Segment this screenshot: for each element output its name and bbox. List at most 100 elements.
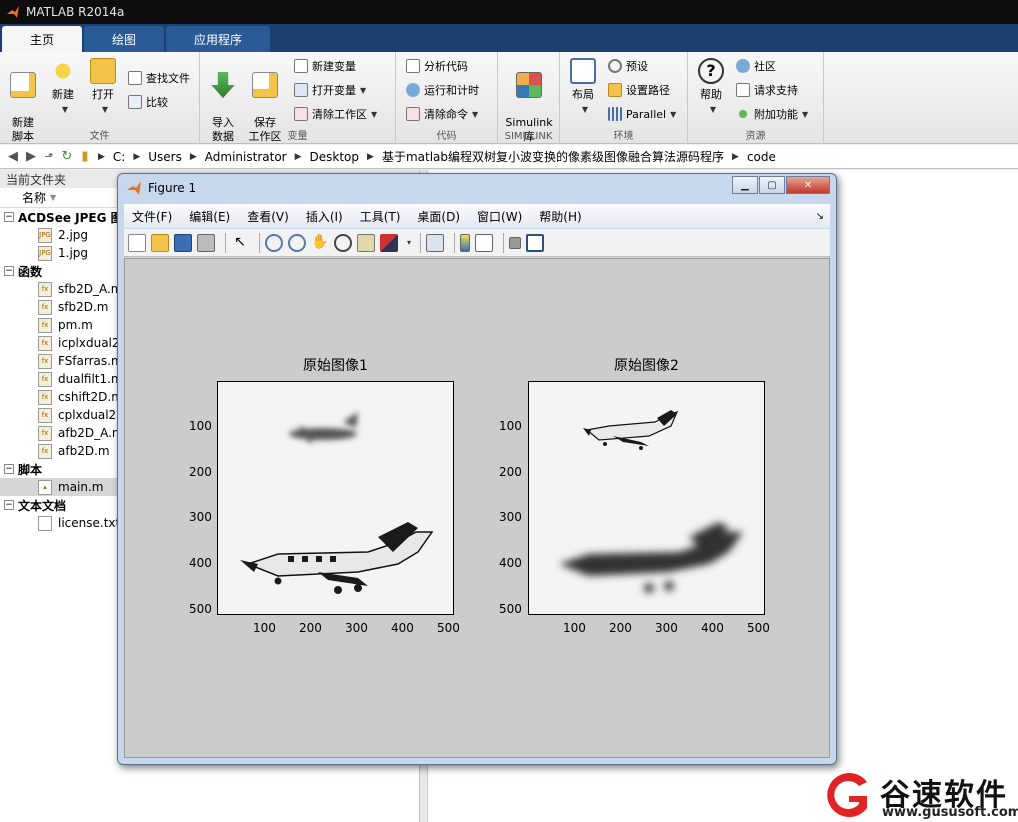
- community-button[interactable]: 社区: [736, 56, 776, 76]
- new-button[interactable]: 新建 ▼: [42, 56, 84, 117]
- menu-view[interactable]: 查看(V): [247, 208, 289, 225]
- figure-titlebar[interactable]: Figure 1: [118, 174, 836, 202]
- tab-plots[interactable]: 绘图: [84, 26, 165, 52]
- chevron-down-icon[interactable]: ▼: [360, 86, 366, 95]
- collapse-icon[interactable]: −: [4, 212, 14, 222]
- menu-desktop[interactable]: 桌面(D): [417, 208, 460, 225]
- open-variable-icon: [294, 83, 308, 97]
- menu-file[interactable]: 文件(F): [132, 208, 172, 225]
- save-icon[interactable]: [174, 233, 192, 252]
- print-icon[interactable]: [197, 233, 215, 252]
- airplane-image-1: [218, 382, 453, 614]
- new-variable-button[interactable]: 新建变量: [294, 56, 356, 76]
- axes-1-ytick: 100: [189, 419, 212, 433]
- dock-icon[interactable]: ↘: [816, 211, 824, 222]
- new-figure-icon[interactable]: [128, 233, 146, 252]
- crumb-users[interactable]: Users: [148, 150, 182, 164]
- toolbar-separator: [454, 232, 456, 253]
- figure-canvas: 原始图像1 100 200 300 400 500 100 200 300 40…: [124, 258, 830, 758]
- link-plot-icon[interactable]: [426, 233, 445, 252]
- tab-apps[interactable]: 应用程序: [166, 26, 271, 52]
- chevron-down-icon[interactable]: ▼: [802, 110, 808, 119]
- clear-commands-button[interactable]: 清除命令 ▼: [406, 104, 478, 124]
- parallel-label: Parallel: [626, 107, 667, 121]
- open-button[interactable]: 打开 ▼: [82, 56, 124, 117]
- request-support-icon: [736, 83, 750, 97]
- analyze-code-button[interactable]: 分析代码: [406, 56, 468, 76]
- matlab-logo-icon: [7, 6, 19, 18]
- zoom-in-icon[interactable]: [265, 233, 283, 252]
- pointer-icon[interactable]: ↖: [231, 234, 249, 252]
- show-plot-tools-icon[interactable]: [526, 233, 545, 252]
- compare-label: 比较: [146, 96, 168, 109]
- run-time-button[interactable]: 运行和计时: [406, 80, 479, 100]
- close-icon[interactable]: ✕: [786, 176, 830, 194]
- axes-1-image[interactable]: [217, 381, 454, 615]
- collapse-icon[interactable]: −: [4, 266, 14, 276]
- function-file-icon: fx: [38, 407, 52, 423]
- maximize-icon[interactable]: ▢: [759, 176, 785, 194]
- new-plus-icon: [50, 58, 76, 84]
- set-path-label: 设置路径: [626, 84, 670, 97]
- colorbar-icon[interactable]: [460, 233, 471, 252]
- axes-1-ytick: 500: [189, 602, 212, 616]
- minimize-icon[interactable]: ▁: [732, 176, 758, 194]
- crumb-drive[interactable]: C:: [113, 150, 125, 164]
- find-files-icon: [128, 71, 142, 85]
- data-cursor-icon[interactable]: [357, 233, 375, 252]
- back-arrow-icon[interactable]: ◀: [4, 149, 22, 165]
- menu-window[interactable]: 窗口(W): [477, 208, 522, 225]
- compare-button[interactable]: 比较: [128, 92, 168, 112]
- axes-2-image[interactable]: [528, 381, 765, 615]
- brush-icon[interactable]: [380, 233, 398, 252]
- figure-toolbar: ↖ ✋ ▾: [124, 229, 830, 257]
- find-files-label: 查找文件: [146, 72, 190, 85]
- airplane-image-2: [529, 382, 764, 614]
- file-name: main.m: [58, 480, 104, 494]
- open-file-icon[interactable]: [151, 233, 169, 252]
- file-name: license.txt: [58, 516, 121, 530]
- file-name: FSfarras.m: [58, 354, 123, 368]
- crumb-desktop[interactable]: Desktop: [310, 150, 360, 164]
- open-variable-button[interactable]: 打开变量 ▼: [294, 80, 366, 100]
- crumb-code[interactable]: code: [747, 150, 776, 164]
- chevron-down-icon[interactable]: ▼: [371, 110, 377, 119]
- parallel-button[interactable]: Parallel ▼: [608, 104, 676, 124]
- menu-help[interactable]: 帮助(H): [539, 208, 581, 225]
- preferences-button[interactable]: 预设: [608, 56, 648, 76]
- help-button[interactable]: ? 帮助 ▼: [690, 56, 732, 117]
- browse-folder-icon[interactable]: ↻: [58, 149, 76, 165]
- collapse-icon[interactable]: −: [4, 464, 14, 474]
- hide-plot-tools-icon[interactable]: [509, 236, 522, 249]
- chevron-down-icon[interactable]: ▼: [472, 110, 478, 119]
- name-column-header[interactable]: 名称: [22, 189, 46, 206]
- toolbar-separator: [225, 232, 226, 253]
- request-support-button[interactable]: 请求支持: [736, 80, 798, 100]
- community-icon: [736, 59, 750, 73]
- menu-tools[interactable]: 工具(T): [360, 208, 401, 225]
- menu-edit[interactable]: 编辑(E): [189, 208, 230, 225]
- find-files-button[interactable]: 查找文件: [128, 68, 190, 88]
- legend-icon[interactable]: [475, 233, 494, 252]
- crumb-administrator[interactable]: Administrator: [205, 150, 287, 164]
- layout-icon: [570, 58, 596, 84]
- pan-hand-icon[interactable]: ✋: [311, 234, 329, 252]
- axes-2-ytick: 400: [499, 556, 522, 570]
- rotate-3d-icon[interactable]: [334, 233, 352, 252]
- up-folder-icon[interactable]: ⬏: [40, 149, 58, 165]
- forward-arrow-icon[interactable]: ▶: [22, 149, 40, 165]
- addons-button[interactable]: 附加功能 ▼: [736, 104, 808, 124]
- collapse-icon[interactable]: −: [4, 500, 14, 510]
- group-environment: 布局 ▼ 预设 设置路径 Parallel ▼ 环境: [560, 52, 688, 144]
- clear-workspace-button[interactable]: 清除工作区 ▼: [294, 104, 377, 124]
- crumb-project[interactable]: 基于matlab编程双树复小波变换的像素级图像融合算法源码程序: [382, 148, 724, 165]
- addons-icon: [736, 107, 750, 121]
- zoom-out-icon[interactable]: [288, 233, 306, 252]
- tab-home[interactable]: 主页: [2, 26, 83, 52]
- menu-insert[interactable]: 插入(I): [306, 208, 343, 225]
- set-path-button[interactable]: 设置路径: [608, 80, 670, 100]
- function-file-icon: fx: [38, 443, 52, 459]
- layout-button[interactable]: 布局 ▼: [562, 56, 604, 117]
- chevron-down-icon[interactable]: ▾: [407, 238, 411, 247]
- chevron-down-icon[interactable]: ▼: [670, 110, 676, 119]
